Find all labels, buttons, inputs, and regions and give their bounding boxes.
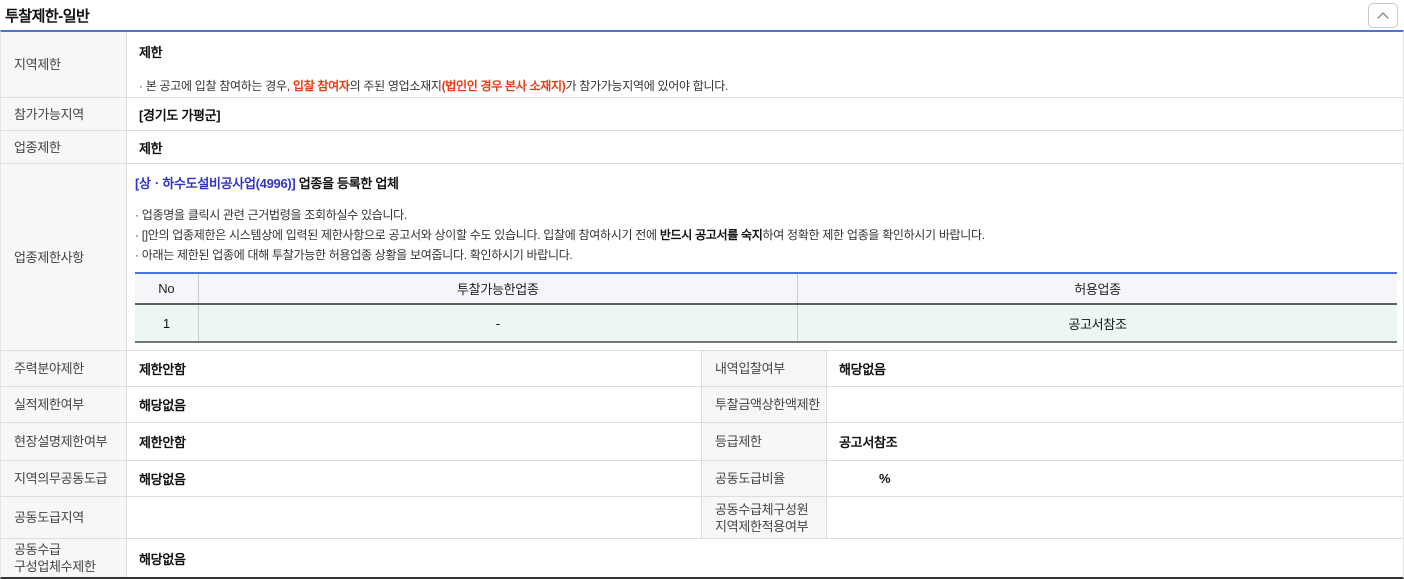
note-text: 가 참가가능지역에 있어야 합니다. [565, 79, 728, 93]
field-label: 공동수급체구성원 지역제한적용여부 [702, 497, 827, 538]
field-value: % [879, 471, 891, 486]
allowed-table-cell: - [197, 304, 798, 343]
row-industry-detail: 업종제한사항 [상ㆍ하수도설비공사업(4996)] 업종을 등록한 업체 · 업… [1, 164, 1403, 351]
field-value: 제한안함 [127, 351, 702, 386]
region-restriction-value: 제한 [139, 45, 163, 60]
note-text: · 본 공고에 입찰 참여하는 경우, [139, 79, 293, 93]
bid-restriction-panel: 투찰제한-일반 지역제한 제한 · 본 공고에 입찰 참여하는 경우, 입찰 참… [0, 0, 1404, 579]
industry-bullet-1: · 업종명을 클릭시 관련 근거법령을 조회하실수 있습니다. [135, 208, 407, 222]
industry-code-link[interactable]: [상ㆍ하수도설비공사업(4996)] [135, 176, 296, 191]
industry-link-suffix: 업종을 등록한 업체 [295, 176, 399, 191]
field-value [127, 497, 702, 538]
table-row: 현장설명제한여부 제한안함 등급제한 공고서참조 [1, 423, 1403, 461]
industry-detail-cell: [상ㆍ하수도설비공사업(4996)] 업종을 등록한 업체 · 업종명을 클릭시… [127, 164, 1403, 350]
collapse-button[interactable] [1368, 2, 1398, 28]
industry-link-line: [상ㆍ하수도설비공사업(4996)] 업종을 등록한 업체 [135, 173, 1397, 192]
field-value: 제한 · 본 공고에 입찰 참여하는 경우, 입찰 참여자의 주된 영업소재지(… [127, 32, 1403, 97]
allowed-industry-table: No 투찰가능한업종 허용업종 1 - 공고서참조 [135, 272, 1397, 343]
allowed-table-cell: 1 [135, 304, 199, 343]
allowed-table-header-row: No 투찰가능한업종 허용업종 [135, 272, 1397, 305]
paired-rows-section: 주력분야제한 제한안함 내역입찰여부 해당없음 실적제한여부 해당없음 투찰금액상한액제한 현… [1, 351, 1403, 577]
field-label: 등급제한 [702, 423, 827, 460]
bullet-text: · []안의 업종제한은 시스템상에 입력된 제한사항으로 공고서와 상이할 수… [135, 228, 660, 242]
field-value: 해당없음 [839, 362, 886, 377]
field-label: 현장설명제한여부 [1, 423, 127, 460]
industry-bullet-3: · 아래는 제한된 업종에 대해 투찰가능한 허용업종 상황을 보여줍니다. 확… [135, 248, 573, 262]
table-row: 주력분야제한 제한안함 내역입찰여부 해당없음 [1, 351, 1403, 387]
field-label: 공동도급비율 [702, 461, 827, 496]
allowed-table-row: 1 - 공고서참조 [135, 304, 1397, 343]
field-label: 참가가능지역 [1, 98, 127, 130]
table-row: 지역의무공동도급 해당없음 공동도급비율% [1, 461, 1403, 497]
field-value: 해당없음 [139, 551, 186, 567]
field-value: 해당없음 [127, 461, 702, 496]
field-value [827, 497, 1403, 538]
industry-bullet-2: · []안의 업종제한은 시스템상에 입력된 제한사항으로 공고서와 상이할 수… [135, 225, 1397, 245]
bullet-bold-text: 반드시 공고서를 숙지 [659, 228, 763, 242]
field-value: 해당없음 [127, 387, 702, 422]
field-value [827, 387, 1403, 422]
note-highlight: (법인인 경우 본사 소재지) [441, 79, 566, 93]
field-value: 제한안함 [127, 423, 702, 460]
note-highlight: 입찰 참여자 [292, 79, 350, 93]
row-eligible-region: 참가가능지역 [경기도 가평군] [1, 98, 1403, 131]
field-label: 지역제한 [1, 32, 127, 97]
row-region-restriction: 지역제한 제한 · 본 공고에 입찰 참여하는 경우, 입찰 참여자의 주된 영… [1, 32, 1403, 98]
field-value: 공고서참조 [839, 435, 898, 450]
field-value: 제한 [139, 140, 163, 156]
table-row: 공동도급지역 공동수급체구성원 지역제한적용여부 [1, 497, 1403, 539]
restriction-table: 지역제한 제한 · 본 공고에 입찰 참여하는 경우, 입찰 참여자의 주된 영… [0, 30, 1404, 579]
allowed-table-header: 허용업종 [797, 272, 1397, 305]
field-label: 업종제한 [1, 131, 127, 163]
field-label: 지역의무공동도급 [1, 461, 127, 496]
title-bar: 투찰제한-일반 [0, 0, 1404, 30]
allowed-table-header: No [135, 272, 199, 305]
chevron-up-icon [1377, 11, 1389, 19]
field-label: 주력분야제한 [1, 351, 127, 386]
page-title: 투찰제한-일반 [5, 7, 90, 25]
row-industry-restriction: 업종제한 제한 [1, 131, 1403, 164]
field-label: 실적제한여부 [1, 387, 127, 422]
table-row: 공동수급 구성업체수제한 해당없음 [1, 539, 1403, 577]
field-label: 투찰금액상한액제한 [702, 387, 827, 422]
field-value: [경기도 가평군] [139, 107, 221, 123]
field-label: 내역입찰여부 [702, 351, 827, 386]
allowed-table-cell: 공고서참조 [797, 304, 1397, 343]
field-label: 공동도급지역 [1, 497, 127, 538]
field-label: 업종제한사항 [1, 164, 127, 350]
field-label: 공동수급 구성업체수제한 [1, 539, 127, 577]
bullet-text: 하여 정확한 제한 업종을 확인하시기 바랍니다. [762, 228, 986, 242]
note-text: 의 주된 영업소재지 [349, 79, 442, 93]
table-row: 실적제한여부 해당없음 투찰금액상한액제한 [1, 387, 1403, 423]
region-restriction-note: · 본 공고에 입찰 참여하는 경우, 입찰 참여자의 주된 영업소재지(법인인… [139, 77, 1393, 94]
allowed-table-header: 투찰가능한업종 [197, 272, 798, 305]
